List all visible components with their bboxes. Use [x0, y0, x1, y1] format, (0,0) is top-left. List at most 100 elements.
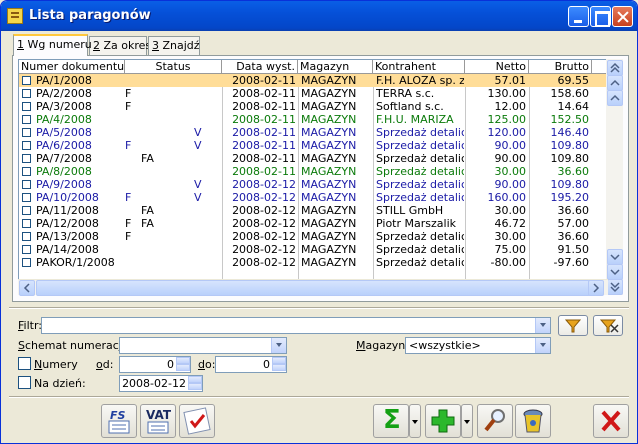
row-checkbox[interactable]	[22, 245, 31, 254]
cell-data: 2008-02-12	[232, 230, 296, 243]
filtr-label-text: iltr:	[23, 319, 42, 332]
add-button[interactable]	[425, 404, 461, 438]
table-row[interactable]: PA/3/2008 F 2008-02-11 MAGAZYN Softland s.c.…	[19, 100, 607, 113]
row-checkbox[interactable]	[22, 141, 31, 150]
row-checkbox[interactable]	[22, 180, 31, 189]
vat-button[interactable]: VAT	[140, 404, 176, 438]
table-row[interactable]: PA/5/2008 V 2008-02-11 MAGAZYN Sprzedaż deta…	[19, 126, 607, 139]
cell-brutto: 36.60	[557, 230, 590, 243]
cell-data: 2008-02-12	[232, 217, 296, 230]
row-checkbox[interactable]	[22, 193, 31, 202]
magazyn-combo[interactable]: <wszystkie>	[405, 337, 551, 354]
filter-clear-button[interactable]	[593, 315, 623, 336]
row-checkbox[interactable]	[22, 258, 31, 267]
row-checkbox[interactable]	[22, 102, 31, 111]
table-row[interactable]: PA/14/2008 2008-02-12 MAGAZYN Sprzedaż deta…	[19, 243, 607, 256]
od-up-button[interactable]	[176, 357, 190, 364]
column-header-data[interactable]: Data wyst.	[222, 60, 298, 74]
cell-s3	[194, 87, 206, 100]
na-dzien-date[interactable]: 2008-02-12	[119, 375, 203, 392]
cell-kontrahent: Sprzedaż detaliczn	[376, 126, 464, 139]
chevron-down-icon[interactable]	[535, 338, 550, 353]
table-row[interactable]: PA/1/2008 2008-02-11 MAGAZYN F.H. ALOZA sp.…	[19, 74, 607, 87]
column-header-status[interactable]: Status	[125, 60, 222, 74]
delete-button[interactable]	[515, 404, 551, 438]
date-up-button[interactable]	[188, 376, 202, 383]
horizontal-scrollbar[interactable]	[18, 279, 608, 296]
tab-wg-numeru[interactable]: 1 Wg numeru	[13, 34, 92, 56]
sum-button[interactable]: Σ	[373, 404, 409, 438]
column-header-magazyn[interactable]: Magazyn	[298, 60, 373, 74]
sum-dropdown-button[interactable]	[409, 404, 421, 438]
table-row[interactable]: PA/10/2008 F V 2008-02-12 MAGAZYN Sprzedaż de…	[19, 191, 607, 204]
numery-checkbox[interactable]	[18, 357, 31, 370]
table-row[interactable]: PAKOR/1/2008 2008-02-12 MAGAZYN Sprzedaż de…	[19, 256, 607, 269]
add-dropdown-button[interactable]	[461, 404, 473, 438]
cell-numer: PA/9/2008	[36, 178, 92, 191]
tab-znajdz[interactable]: 3 Znajdź	[148, 36, 200, 55]
filter-apply-button[interactable]	[558, 315, 588, 336]
scroll-thumb[interactable]	[36, 280, 596, 296]
table-row[interactable]: PA/7/2008 FA 2008-02-11 MAGAZYN Sprzedaż det…	[19, 152, 607, 165]
scroll-left-button[interactable]	[19, 280, 35, 296]
table-row[interactable]: PA/12/2008 F FA 2008-02-12 MAGAZYN Piotr Mars…	[19, 217, 607, 230]
row-checkbox[interactable]	[22, 219, 31, 228]
table-row[interactable]: PA/6/2008 F V 2008-02-11 MAGAZYN Sprzedaż det…	[19, 139, 607, 152]
column-header-numer[interactable]: Numer dokumentu	[19, 60, 125, 74]
tab-za-okres[interactable]: 2 Za okres	[89, 36, 151, 55]
date-down-button[interactable]	[188, 383, 202, 390]
table-row[interactable]: PA/11/2008 FA 2008-02-12 MAGAZYN STILL GmbH 3…	[19, 204, 607, 217]
maximize-button[interactable]	[590, 6, 611, 27]
preview-button[interactable]	[477, 404, 513, 438]
do-up-button[interactable]	[272, 357, 286, 364]
column-header-netto[interactable]: Netto	[465, 60, 529, 74]
row-checkbox[interactable]	[22, 232, 31, 241]
scroll-up-button[interactable]	[607, 90, 623, 106]
od-hotkey: o	[96, 358, 103, 371]
table-row[interactable]: PA/2/2008 F 2008-02-11 MAGAZYN TERRA s.c. 130…	[19, 87, 607, 100]
scroll-page-down-button[interactable]	[607, 264, 623, 280]
scroll-bottom-button[interactable]	[607, 279, 623, 295]
chevron-down-icon[interactable]	[271, 338, 286, 353]
row-checkbox[interactable]	[22, 154, 31, 163]
row-checkbox[interactable]	[22, 89, 31, 98]
approve-button[interactable]	[179, 404, 215, 438]
close-window-button[interactable]	[593, 404, 629, 438]
chevron-down-icon[interactable]	[535, 318, 550, 333]
od-down-button[interactable]	[176, 364, 190, 371]
do-down-button[interactable]	[272, 364, 286, 371]
scroll-right-button[interactable]	[588, 280, 604, 296]
tab-label: Znajdź	[159, 39, 200, 52]
column-header-kontrahent[interactable]: Kontrahent	[373, 60, 465, 74]
close-x-icon	[601, 410, 621, 432]
table-row[interactable]: PA/8/2008 2008-02-11 MAGAZYN Sprzedaż detal…	[19, 165, 607, 178]
na-dzien-checkbox[interactable]	[18, 376, 31, 389]
cell-s1: F	[125, 100, 132, 113]
cell-s2	[141, 100, 161, 113]
scroll-page-up-button[interactable]	[607, 75, 623, 91]
table-row[interactable]: PA/13/2008 F 2008-02-12 MAGAZYN Sprzedaż det…	[19, 230, 607, 243]
scroll-down-button[interactable]	[607, 249, 623, 265]
table-row[interactable]: PA/4/2008 2008-02-11 MAGAZYN F.H.U. MARIZA 1…	[19, 113, 607, 126]
row-checkbox[interactable]	[22, 128, 31, 137]
fs-button[interactable]: FS	[101, 404, 137, 438]
row-checkbox[interactable]	[22, 167, 31, 176]
close-button[interactable]	[612, 6, 633, 27]
funnel-icon	[564, 319, 582, 333]
title-bar[interactable]: Lista paragonów	[1, 1, 637, 31]
row-checkbox[interactable]	[22, 206, 31, 215]
row-checkbox[interactable]	[22, 115, 31, 124]
vertical-scrollbar[interactable]	[606, 59, 623, 295]
scroll-top-button[interactable]	[607, 60, 623, 76]
row-checkbox[interactable]	[22, 76, 31, 85]
minimize-button[interactable]	[568, 6, 589, 27]
do-spinner[interactable]: 0	[215, 356, 287, 373]
table-row[interactable]: PA/9/2008 V 2008-02-12 MAGAZYN Sprzedaż deta…	[19, 178, 607, 191]
cell-s2	[141, 139, 161, 152]
receipts-grid[interactable]: Numer dokumentu Status Data wyst. Magazy…	[18, 59, 608, 293]
od-spinner[interactable]: 0	[119, 356, 191, 373]
schemat-combo[interactable]	[119, 337, 287, 354]
column-header-brutto[interactable]: Brutto	[529, 60, 592, 74]
cell-s2	[141, 230, 161, 243]
filtr-combo[interactable]	[41, 317, 551, 334]
